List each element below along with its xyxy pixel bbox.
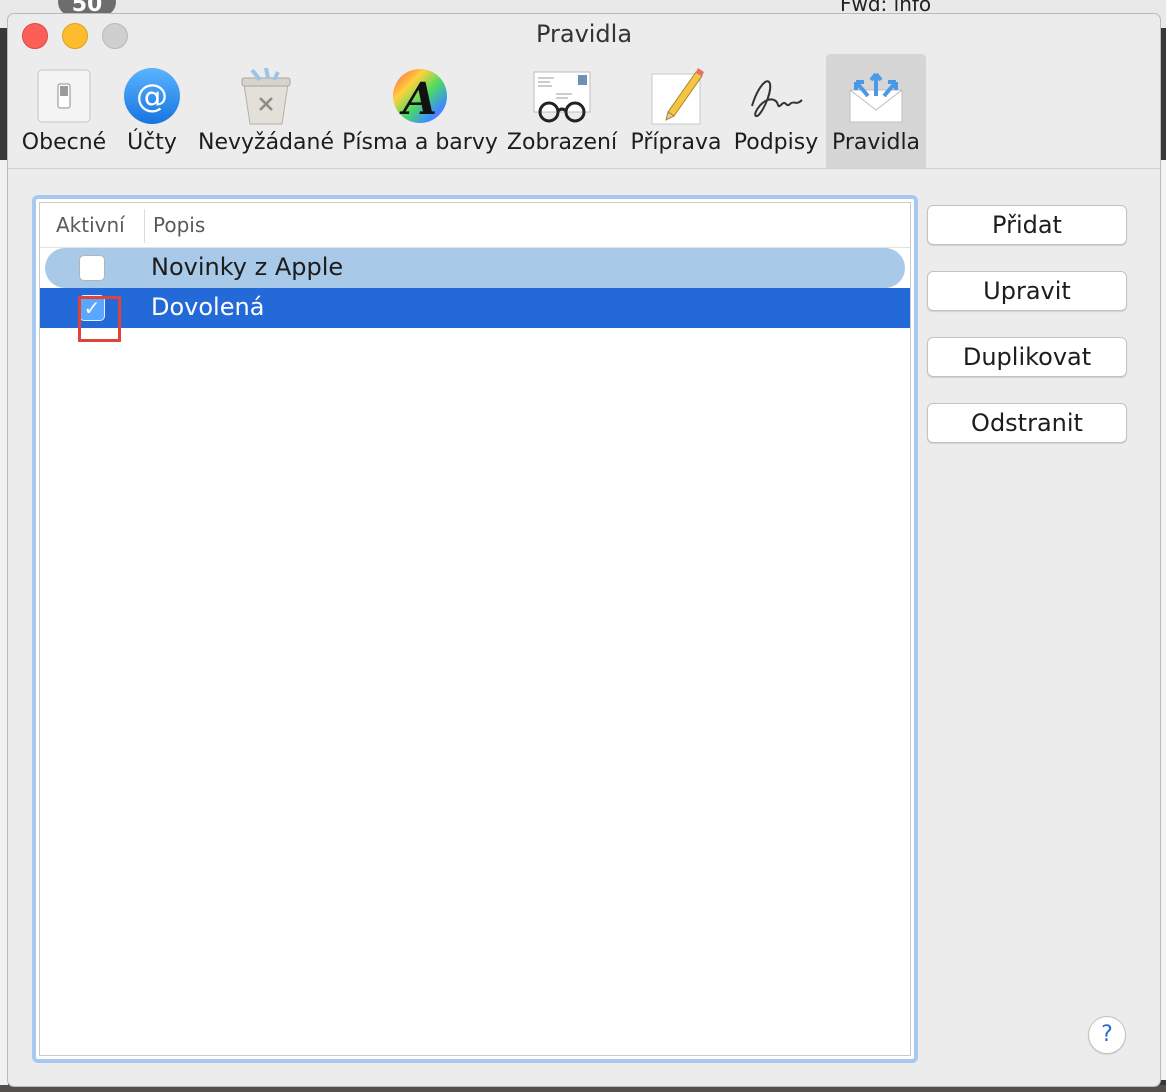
tab-viewing-label: Zobrazení	[506, 130, 618, 155]
background-desktop	[0, 1085, 1166, 1092]
rule-active-checkbox[interactable]	[79, 255, 105, 281]
tab-rules[interactable]: Pravidla	[826, 54, 926, 168]
composing-pencil-icon	[651, 68, 704, 125]
rules-envelope-icon	[849, 72, 903, 123]
column-header-description[interactable]: Popis	[153, 213, 205, 237]
tab-accounts[interactable]: @ Účty	[114, 54, 190, 168]
rules-table-header: Aktivní Popis	[40, 203, 910, 248]
preferences-toolbar: Obecné @ Účty Nevyžádané A Písma a barvy…	[8, 54, 1160, 169]
rule-row[interactable]: ✓ Dovolená	[40, 288, 910, 328]
tab-signatures[interactable]: Podpisy	[730, 54, 822, 168]
edit-rule-button[interactable]: Upravit	[927, 271, 1127, 311]
rules-table-frame: Aktivní Popis Novinky z Apple ✓ Dovolená	[32, 195, 918, 1063]
rules-table: Aktivní Popis Novinky z Apple ✓ Dovolená	[39, 202, 911, 1056]
column-header-active[interactable]: Aktivní	[56, 213, 125, 237]
tab-general[interactable]: Obecné	[18, 54, 110, 168]
svg-text:@: @	[136, 77, 168, 115]
tab-viewing[interactable]: Zobrazení	[506, 54, 618, 168]
rule-description: Dovolená	[151, 293, 265, 321]
duplicate-rule-button[interactable]: Duplikovat	[927, 337, 1127, 377]
rule-row[interactable]: Novinky z Apple	[45, 248, 905, 288]
general-switch-icon	[37, 69, 91, 123]
tab-general-label: Obecné	[21, 130, 107, 155]
column-separator	[144, 209, 145, 243]
rule-description: Novinky z Apple	[151, 253, 344, 281]
tab-fonts-colors-label: Písma a barvy	[342, 130, 498, 155]
background-left-edge	[0, 160, 8, 1090]
tab-accounts-label: Účty	[127, 130, 177, 155]
fonts-colors-icon: A	[393, 69, 447, 125]
viewing-glasses-icon	[533, 71, 591, 123]
tab-composing-label: Příprava	[630, 130, 722, 155]
title-bar: Pravidla	[8, 14, 1160, 54]
at-icon: @	[124, 68, 180, 124]
annotation-highlight-box	[78, 296, 121, 342]
tab-composing[interactable]: Příprava	[628, 54, 724, 168]
add-rule-button[interactable]: Přidat	[927, 205, 1127, 245]
help-button[interactable]: ?	[1088, 1016, 1126, 1054]
junk-bin-icon	[241, 67, 291, 125]
signature-icon	[751, 80, 803, 118]
tab-fonts-colors[interactable]: A Písma a barvy	[342, 54, 498, 168]
tab-signatures-label: Podpisy	[733, 130, 819, 155]
window-title: Pravidla	[535, 20, 633, 48]
tab-junk[interactable]: Nevyžádané	[196, 54, 336, 168]
tab-rules-label: Pravidla	[831, 130, 921, 155]
svg-text:A: A	[399, 74, 437, 125]
remove-rule-button[interactable]: Odstranit	[927, 403, 1127, 443]
tab-junk-label: Nevyžádané	[198, 130, 334, 155]
preferences-window: Pravidla Obecné @ Účty Nevyžádané A Písm…	[8, 14, 1160, 1086]
